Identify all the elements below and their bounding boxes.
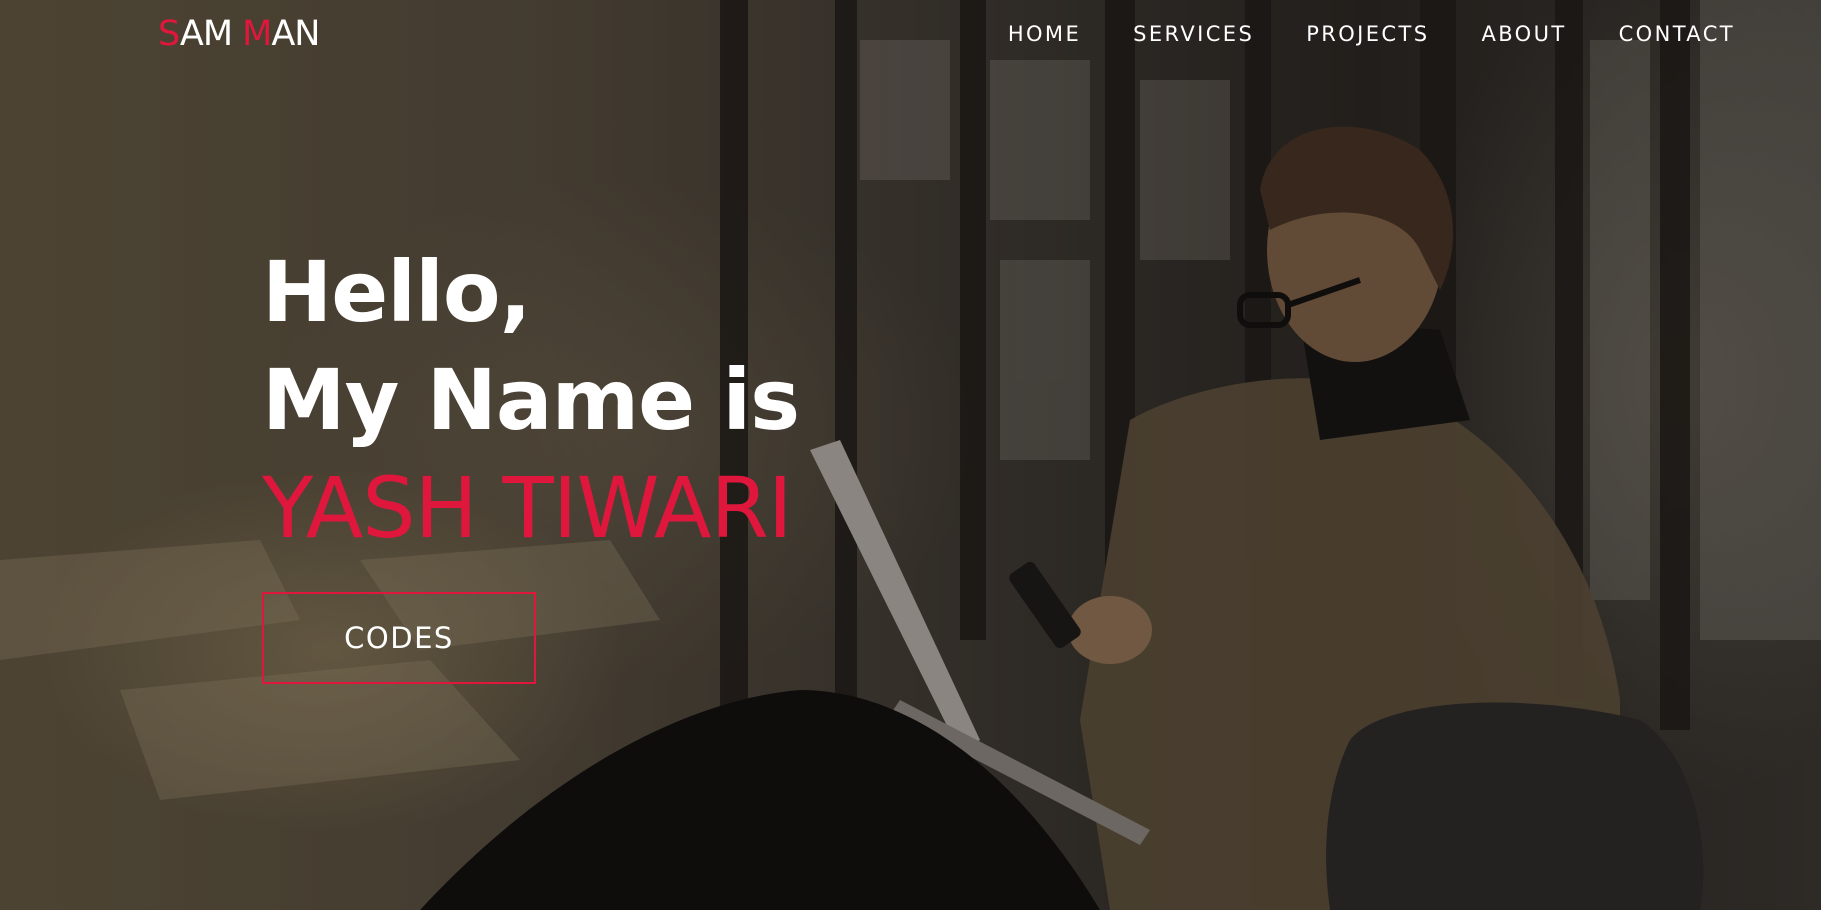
- nav-item-about[interactable]: ABOUT: [1481, 22, 1566, 46]
- hero-heading: Hello, My Name is YASH TIWARI: [262, 238, 800, 562]
- nav-item-projects[interactable]: PROJECTS: [1306, 22, 1429, 46]
- logo-initial-s: S: [158, 14, 181, 54]
- nav-item-services[interactable]: SERVICES: [1133, 22, 1254, 46]
- logo-initial-m: M: [242, 14, 272, 54]
- main-nav: HOME SERVICES PROJECTS ABOUT CONTACT: [1008, 22, 1735, 46]
- logo-text-am: AM: [179, 14, 233, 54]
- logo-text-an: AN: [271, 14, 320, 54]
- codes-button[interactable]: CODES: [262, 592, 536, 684]
- site-logo[interactable]: SAM MAN: [158, 14, 320, 54]
- nav-item-contact[interactable]: CONTACT: [1619, 22, 1735, 46]
- hero-greeting: Hello,: [262, 243, 531, 341]
- hero-name: YASH TIWARI: [262, 459, 793, 557]
- nav-item-home[interactable]: HOME: [1008, 22, 1081, 46]
- site-header: SAM MAN HOME SERVICES PROJECTS ABOUT CON…: [0, 0, 1821, 74]
- hero-intro: My Name is: [262, 351, 800, 449]
